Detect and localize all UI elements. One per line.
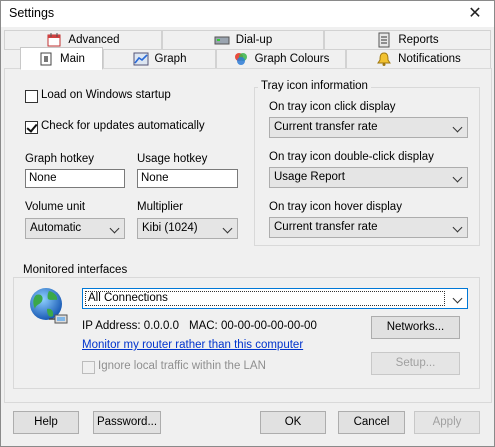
networks-button[interactable]: Networks... [371,316,460,339]
tray-click-value: Current transfer rate [274,121,378,133]
load-on-startup-checkbox[interactable] [25,90,38,103]
modem-icon [214,32,230,48]
report-icon [376,32,392,48]
tab-label: Dial-up [235,34,273,46]
tab-label: Advanced [68,34,120,46]
monitored-interfaces-title: Monitored interfaces [20,264,131,276]
main-icon [38,51,54,67]
calendar-icon [46,32,62,48]
load-on-startup-label: Load on Windows startup [41,89,171,101]
interface-select[interactable]: All Connections [82,288,468,309]
settings-window: Settings ✕ Advanced Dial-up Reports Main… [0,0,495,447]
chevron-down-icon [109,223,120,234]
chevron-down-icon [452,172,463,183]
tray-hover-value: Current transfer rate [274,221,378,233]
tray-hover-label: On tray icon hover display [269,201,402,213]
chevron-down-icon [452,222,463,233]
tray-click-label: On tray icon click display [269,101,396,113]
tab-label: Notifications [398,53,461,65]
monitor-router-link[interactable]: Monitor my router rather than this compu… [82,339,303,351]
ignore-local-checkbox[interactable] [82,361,95,374]
multiplier-label: Multiplier [137,201,184,213]
chevron-down-icon [452,122,463,133]
globe-network-icon [27,285,71,329]
notifications-icon [376,51,392,67]
tray-icon-group-title: Tray icon information [258,80,371,92]
tab-label: Main [60,52,85,65]
tray-double-click-value: Usage Report [274,171,345,183]
window-title: Settings [9,6,55,20]
tab-main[interactable]: Main [20,47,103,70]
mac-address-text: MAC: 00-00-00-00-00-00 [189,320,317,332]
check-updates-label: Check for updates automatically [41,120,205,132]
graph-hotkey-input[interactable]: None [25,169,125,188]
multiplier-select[interactable]: Kibi (1024) [137,218,238,239]
tab-label: Graph Colours [254,53,330,65]
chevron-down-icon [222,223,233,234]
volume-unit-label: Volume unit [25,201,86,213]
tab-label: Reports [398,34,439,46]
tray-double-click-select[interactable]: Usage Report [269,167,468,188]
tab-notifications[interactable]: Notifications [346,49,491,69]
graph-icon [133,51,149,67]
tab-graph-colours[interactable]: Graph Colours [216,49,346,69]
setup-button[interactable]: Setup... [371,352,460,375]
chevron-down-icon [452,293,463,304]
tab-label: Graph [154,53,187,65]
colours-icon [233,51,249,67]
title-bar: Settings ✕ [1,1,494,27]
cancel-button[interactable]: Cancel [338,411,405,434]
tray-hover-select[interactable]: Current transfer rate [269,217,468,238]
graph-hotkey-label: Graph hotkey [25,153,95,165]
check-updates-checkbox[interactable] [25,121,38,134]
ok-button[interactable]: OK [260,411,326,434]
tray-double-click-label: On tray icon double-click display [269,151,434,163]
close-icon[interactable]: ✕ [456,1,494,27]
ip-address-text: IP Address: 0.0.0.0 [82,320,179,332]
volume-unit-value: Automatic [30,222,82,234]
apply-button[interactable]: Apply [414,411,480,434]
volume-unit-select[interactable]: Automatic [25,218,125,239]
usage-hotkey-input[interactable]: None [137,169,238,188]
tab-dial-up[interactable]: Dial-up [162,30,324,50]
tray-click-select[interactable]: Current transfer rate [269,117,468,138]
help-button[interactable]: Help [13,411,79,434]
multiplier-value: Kibi (1024) [142,222,198,234]
tab-reports[interactable]: Reports [324,30,491,50]
password-button[interactable]: Password... [93,411,161,434]
interface-value: All Connections [85,291,445,306]
ignore-local-label: Ignore local traffic within the LAN [98,360,266,372]
usage-hotkey-label: Usage hotkey [137,153,208,165]
tab-graph[interactable]: Graph [103,49,216,69]
